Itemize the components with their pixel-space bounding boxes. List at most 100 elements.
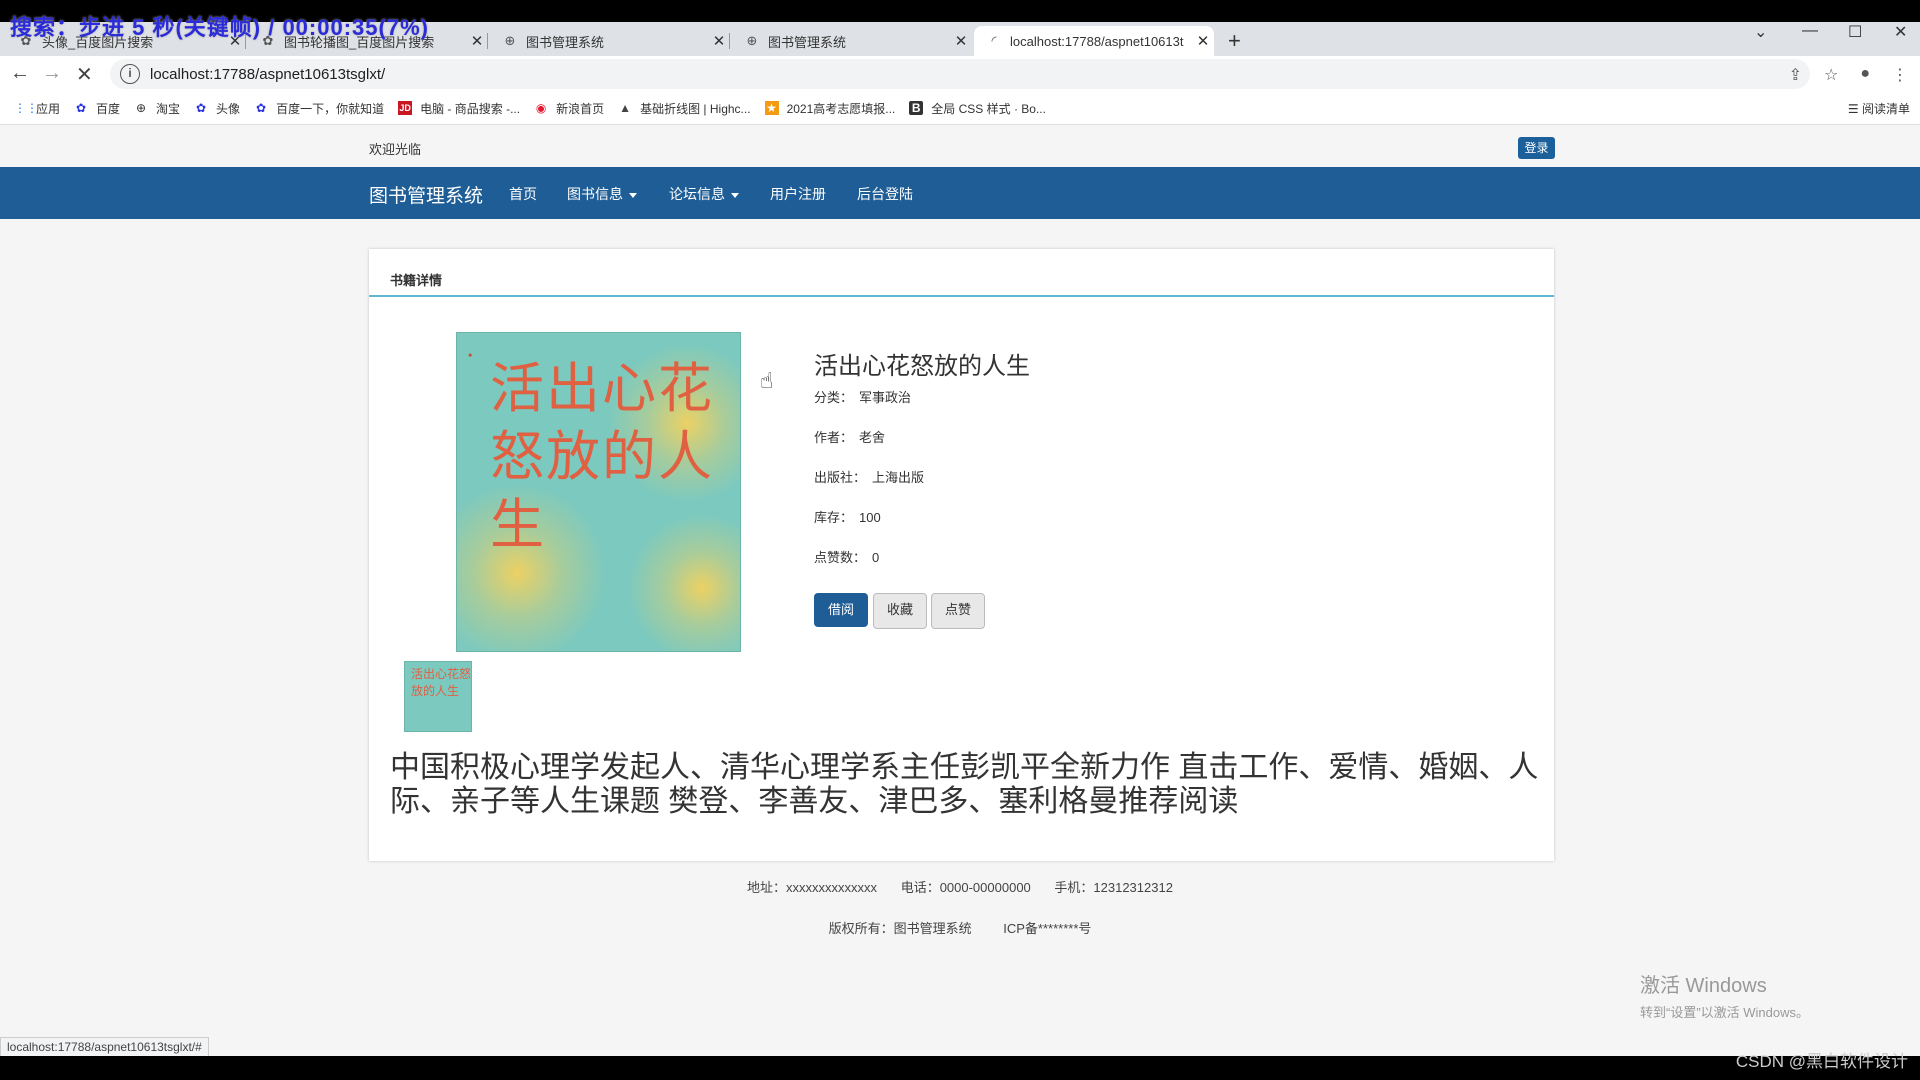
minimize-icon[interactable]: — bbox=[1802, 22, 1818, 40]
field-value: 上海出版 bbox=[872, 470, 925, 485]
globe-icon: ⊕ bbox=[746, 33, 758, 48]
panel-title: 书籍详情 bbox=[390, 273, 443, 288]
paw-icon: ✿ bbox=[75, 101, 87, 115]
hand-cursor-icon: ☝ bbox=[760, 368, 774, 393]
close-icon[interactable]: ✕ bbox=[466, 32, 488, 50]
bookmark-item[interactable]: JD 电脑 - 商品搜索 -... bbox=[398, 100, 520, 117]
bookmark-item[interactable]: ✿ 百度一下，你就知道 bbox=[254, 100, 384, 117]
address-row: ← → ✕ i localhost:17788/aspnet10613tsglx… bbox=[0, 56, 1920, 92]
field-label: 库存： bbox=[814, 510, 854, 525]
bookmark-label: 全局 CSS 样式 · Bo... bbox=[931, 101, 1046, 116]
bootstrap-icon: B bbox=[909, 101, 924, 115]
cover-title: 活出心花怒放的人生 bbox=[490, 357, 714, 556]
book-author: 作者： 老舍 bbox=[814, 427, 885, 446]
url-text[interactable]: localhost:17788/aspnet10613tsglxt/ bbox=[150, 66, 385, 83]
back-icon[interactable]: ← bbox=[10, 62, 30, 85]
site-brand[interactable]: 图书管理系统 bbox=[369, 181, 483, 208]
bookmark-item[interactable]: ★ 2021高考志愿填报... bbox=[764, 100, 896, 117]
bookmark-label: 新浪首页 bbox=[556, 101, 605, 116]
forward-icon[interactable]: → bbox=[42, 62, 62, 85]
login-button[interactable]: 登录 bbox=[1518, 137, 1555, 159]
nav-register[interactable]: 用户注册 bbox=[770, 184, 826, 204]
field-label: 出版社： bbox=[814, 470, 867, 485]
nav-book-info[interactable]: 图书信息 bbox=[567, 184, 637, 204]
footer-mobile: 手机：12312312312 bbox=[1054, 880, 1173, 895]
bookmark-item[interactable]: ✿ 百度 bbox=[74, 100, 120, 117]
caret-down-icon bbox=[629, 192, 637, 198]
reading-list-label: 阅读清单 bbox=[1861, 102, 1910, 116]
stop-loading-icon[interactable]: ✕ bbox=[76, 62, 93, 87]
book-detail-panel: 书籍详情 • 活出心花怒放的人生 活出心花怒放的人生 活出心花怒放的人生 分类：… bbox=[369, 249, 1554, 861]
windows-activation-watermark: 激活 Windows 转到“设置”以激活 Windows。 bbox=[1640, 969, 1809, 1021]
tab-title: 图书管理系统 bbox=[768, 34, 847, 50]
favorite-button[interactable]: 收藏 bbox=[873, 593, 927, 629]
bookmark-label: 淘宝 bbox=[156, 101, 181, 116]
bookmark-star-icon[interactable]: ☆ bbox=[1824, 65, 1838, 85]
bookmark-item[interactable]: ⊕ 淘宝 bbox=[134, 100, 180, 117]
nav-home[interactable]: 首页 bbox=[509, 184, 537, 204]
window-close-icon[interactable]: ✕ bbox=[1894, 22, 1907, 42]
tab-title: 图书管理系统 bbox=[526, 34, 605, 50]
apps-icon: ⋮⋮ bbox=[14, 101, 38, 115]
book-description: 中国积极心理学发起人、清华心理学系主任彭凯平全新力作 直击工作、爱情、婚姻、人际… bbox=[390, 751, 1539, 818]
book-likes: 点赞数： 0 bbox=[814, 547, 879, 566]
like-button[interactable]: 点赞 bbox=[931, 593, 985, 629]
nav-forum-info[interactable]: 论坛信息 bbox=[669, 184, 739, 204]
nav-label: 用户注册 bbox=[770, 186, 826, 202]
weibo-icon: ◉ bbox=[535, 101, 547, 115]
address-bar[interactable]: i localhost:17788/aspnet10613tsglxt/ bbox=[110, 59, 1810, 89]
footer-address: 地址：xxxxxxxxxxxxxx bbox=[747, 880, 878, 895]
borrow-button[interactable]: 借阅 bbox=[814, 593, 868, 627]
close-icon[interactable]: ✕ bbox=[708, 32, 730, 50]
globe-icon: ⊕ bbox=[504, 33, 516, 48]
field-label: 分类： bbox=[814, 390, 854, 405]
close-icon[interactable]: ✕ bbox=[1192, 32, 1214, 50]
bookmark-item[interactable]: ▲ 基础折线图 | Highc... bbox=[618, 100, 750, 117]
maximize-icon[interactable]: ☐ bbox=[1848, 22, 1862, 42]
footer-copyright-text: 版权所有：图书管理系统 bbox=[828, 921, 972, 936]
cover-thumbnail[interactable]: 活出心花怒放的人生 bbox=[404, 661, 472, 732]
book-cover-image: • 活出心花怒放的人生 bbox=[456, 332, 741, 652]
book-stock: 库存： 100 bbox=[814, 507, 881, 526]
site-info-icon[interactable]: i bbox=[120, 64, 140, 84]
tab-search-icon[interactable]: ⌄ bbox=[1754, 22, 1767, 42]
bookmark-label: 电脑 - 商品搜索 -... bbox=[420, 101, 521, 116]
bookmarks-bar: ⋮⋮ 应用 ✿ 百度 ⊕ 淘宝 ✿ 头像 ✿ 百度一下，你就知道 JD 电脑 - 商品搜索 … bbox=[0, 92, 1920, 125]
cover-side-text: • bbox=[463, 353, 477, 358]
bookmark-item[interactable]: B 全局 CSS 样式 · Bo... bbox=[909, 100, 1046, 117]
csdn-credit: CSDN @黑白软件设计 bbox=[1735, 1052, 1908, 1071]
browser-tab[interactable]: ⊕ 图书管理系统 ✕ bbox=[732, 26, 972, 56]
watermark-line2: 转到“设置”以激活 Windows。 bbox=[1640, 1005, 1810, 1020]
bookmark-label: 应用 bbox=[36, 101, 61, 116]
profile-icon[interactable]: ● bbox=[1860, 65, 1870, 85]
footer-copyright: 版权所有：图书管理系统 ICP备********号 bbox=[0, 918, 1920, 937]
jd-icon: JD bbox=[398, 101, 413, 115]
menu-icon[interactable]: ⋮ bbox=[1892, 65, 1908, 85]
bookmark-label: 头像 bbox=[216, 101, 241, 116]
highcharts-icon: ▲ bbox=[619, 101, 632, 115]
book-category: 分类： 军事政治 bbox=[814, 387, 911, 406]
loading-icon: ◜ bbox=[991, 33, 997, 48]
browser-tab-active[interactable]: ◜ localhost:17788/aspnet10613t ✕ bbox=[974, 26, 1214, 56]
browser-tab[interactable]: ⊕ 图书管理系统 ✕ bbox=[490, 26, 730, 56]
welcome-text: 欢迎光临 bbox=[369, 142, 422, 157]
nav-admin-login[interactable]: 后台登陆 bbox=[857, 184, 913, 204]
bottom-strip bbox=[0, 1056, 1920, 1080]
bookmark-item[interactable]: ✿ 头像 bbox=[194, 100, 240, 117]
bookmark-item[interactable]: ◉ 新浪首页 bbox=[534, 100, 604, 117]
panel-header: 书籍详情 bbox=[369, 249, 1554, 297]
video-overlay-text: 搜索：步进 5 秒(关键帧) / 00:00:35(7%) bbox=[10, 15, 429, 40]
web-page: 欢迎光临 登录 图书管理系统 首页 图书信息 论坛信息 用户注册 后台登陆 书籍… bbox=[0, 125, 1920, 1057]
bookmark-label: 2021高考志愿填报... bbox=[786, 101, 896, 116]
close-icon[interactable]: ✕ bbox=[950, 32, 972, 50]
paw-icon: ✿ bbox=[196, 101, 207, 115]
share-icon[interactable]: ⇪ bbox=[1789, 65, 1802, 85]
bookmark-item[interactable]: ⋮⋮ 应用 bbox=[14, 100, 60, 117]
bookmark-label: 百度 bbox=[96, 101, 121, 116]
field-label: 点赞数： bbox=[814, 550, 867, 565]
reading-list[interactable]: ☰ 阅读清单 bbox=[1848, 100, 1910, 117]
field-value: 军事政治 bbox=[859, 390, 912, 405]
new-tab-button[interactable]: + bbox=[1228, 28, 1241, 54]
nav-label: 后台登陆 bbox=[857, 186, 913, 202]
nav-label: 论坛信息 bbox=[669, 186, 725, 202]
